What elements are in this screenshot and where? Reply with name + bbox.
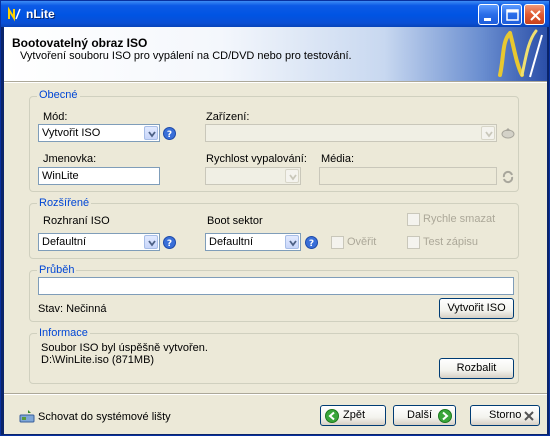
chevron-down-icon[interactable] [481, 126, 495, 140]
header-title: Bootovatelný obraz ISO [12, 36, 148, 50]
minimize-icon [484, 18, 491, 21]
help-icon[interactable]: ? [163, 127, 176, 140]
wizard-header: Bootovatelný obraz ISO Vytvoření souboru… [4, 27, 547, 81]
next-button[interactable]: Další [393, 405, 456, 426]
volume-label-input[interactable]: WinLite [38, 167, 160, 185]
header-divider [4, 81, 547, 83]
cancel-button[interactable]: Storno [470, 405, 540, 426]
nlite-header-logo-icon [498, 29, 543, 78]
hide-to-tray-link[interactable]: Schovat do systémové lišty [38, 411, 171, 423]
next-button-label: Další [407, 409, 433, 421]
nlite-logo-icon [8, 6, 21, 22]
footer-divider [4, 393, 547, 395]
close-icon [530, 10, 541, 21]
device-select[interactable] [205, 124, 497, 142]
cancel-x-icon [524, 411, 534, 421]
chevron-down-icon[interactable] [285, 169, 299, 183]
boot-sector-select[interactable]: Defaultní [205, 233, 301, 251]
chevron-down-icon[interactable] [285, 235, 299, 249]
title-bar[interactable]: nLite [1, 1, 549, 27]
group-general-label: Obecné [37, 89, 80, 101]
svg-text:?: ? [309, 239, 314, 249]
quick-erase-label: Rychle smazat [423, 213, 496, 225]
refresh-icon[interactable] [501, 170, 515, 184]
arrow-right-icon [438, 409, 452, 423]
volume-label-value: WinLite [42, 170, 79, 182]
burn-speed-label: Rychlost vypalování: [206, 153, 307, 165]
arrow-left-icon [325, 409, 339, 423]
verify-label: Ověřit [347, 236, 377, 248]
progress-bar [38, 277, 514, 295]
group-progress-label: Průběh [37, 264, 77, 276]
expand-button[interactable]: Rozbalit [439, 358, 514, 379]
test-write-checkbox[interactable] [407, 236, 420, 249]
info-line-2: D:\WinLite.iso (871MB) [41, 354, 155, 366]
group-info-label: Informace [37, 327, 90, 339]
svg-text:?: ? [167, 130, 172, 140]
app-window: nLite Bootovatelný obraz ISO Vytvoření s… [0, 0, 550, 436]
group-advanced-label: Rozšířené [37, 197, 92, 209]
info-line-1: Soubor ISO byl úspěšně vytvořen. [41, 342, 208, 354]
maximize-button[interactable] [501, 4, 522, 25]
mode-select-value: Vytvořit ISO [42, 127, 101, 139]
device-label: Zařízení: [206, 111, 250, 123]
boot-sector-value: Defaultní [209, 236, 254, 248]
help-icon[interactable]: ? [163, 236, 176, 249]
window-title: nLite [26, 7, 55, 21]
mode-label: Mód: [43, 111, 68, 123]
chevron-down-icon[interactable] [144, 126, 158, 140]
status-text: Stav: Nečinná [38, 303, 107, 315]
close-button[interactable] [524, 4, 545, 25]
eject-disc-icon[interactable] [501, 126, 515, 140]
test-write-label: Test zápisu [423, 236, 479, 248]
cancel-button-label: Storno [489, 409, 522, 421]
header-subtitle: Vytvoření souboru ISO pro vypálení na CD… [20, 50, 352, 62]
verify-checkbox[interactable] [331, 236, 344, 249]
back-button[interactable]: Zpět [320, 405, 386, 426]
iso-interface-label: Rozhraní ISO [43, 215, 110, 227]
maximize-icon [506, 9, 519, 21]
media-field [319, 167, 497, 185]
create-iso-button[interactable]: Vytvořit ISO [439, 298, 514, 319]
quick-erase-checkbox[interactable] [407, 213, 420, 226]
tray-icon[interactable] [19, 408, 35, 424]
minimize-button[interactable] [478, 4, 499, 25]
iso-interface-select[interactable]: Defaultní [38, 233, 160, 251]
media-label: Média: [321, 153, 355, 165]
back-button-label: Zpět [343, 409, 366, 421]
burn-speed-select[interactable] [205, 167, 301, 185]
svg-text:?: ? [167, 239, 172, 249]
chevron-down-icon[interactable] [144, 235, 158, 249]
mode-select[interactable]: Vytvořit ISO [38, 124, 160, 142]
iso-interface-value: Defaultní [42, 236, 87, 248]
help-icon[interactable]: ? [305, 236, 318, 249]
volume-label: Jmenovka: [43, 153, 97, 165]
boot-sector-label: Boot sektor [207, 215, 263, 227]
